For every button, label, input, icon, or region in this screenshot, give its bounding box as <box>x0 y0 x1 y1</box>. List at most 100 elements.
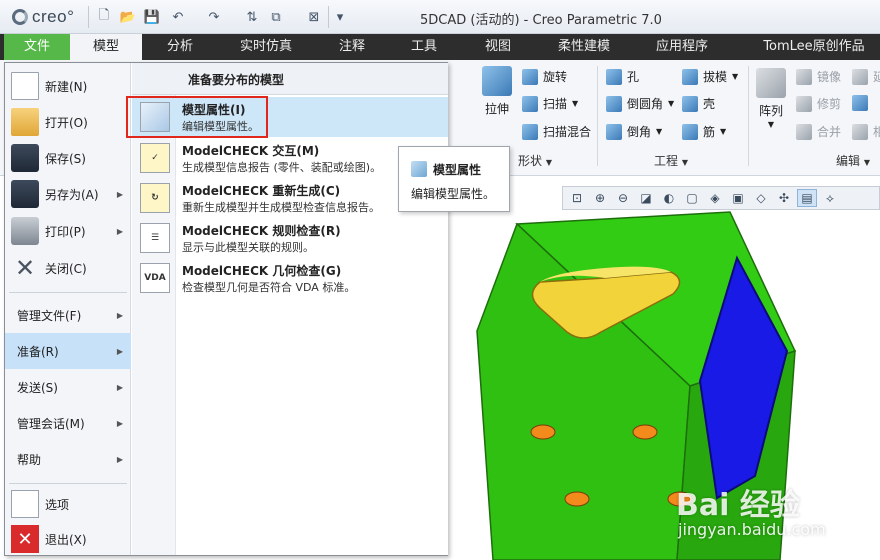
regenerate-icon[interactable]: ⇅ <box>244 9 260 25</box>
file-prepare[interactable]: 准备(R) ▶ <box>5 333 131 369</box>
modelcheck-regenerate-desc: 重新生成模型并生成模型检查信息报告。 <box>182 201 380 214</box>
chamfer-label: 倒角 <box>627 125 652 139</box>
shading-icon[interactable]: ◐ <box>659 189 679 207</box>
modelcheck-interactive-title: ModelCHECK 交互(M) <box>182 144 320 158</box>
offset-button[interactable] <box>852 95 868 111</box>
tab-simulation[interactable]: 实时仿真 <box>228 34 304 60</box>
shell-icon <box>682 95 698 112</box>
sweep-dropdown-icon[interactable]: ▼ <box>572 99 578 108</box>
file-exit[interactable]: ✕ 退出(X) <box>5 523 131 555</box>
editing-group-label[interactable]: 编辑 ▼ <box>836 152 870 169</box>
file-close[interactable]: ✕ 关闭(C) <box>5 251 131 285</box>
redo-icon[interactable]: ↷ <box>206 9 222 25</box>
file-options[interactable]: 选项 <box>5 487 131 521</box>
file-help[interactable]: 帮助 ▶ <box>5 441 131 477</box>
round-icon <box>606 95 622 112</box>
file-send[interactable]: 发送(S) ▶ <box>5 369 131 405</box>
tab-flexible[interactable]: 柔性建模 <box>544 34 624 60</box>
file-new[interactable]: 新建(N) <box>5 69 131 103</box>
tab-annotate[interactable]: 注释 <box>322 34 382 60</box>
chamfer-button[interactable]: 倒角 ▼ <box>606 123 662 140</box>
file-save-as[interactable]: 另存为(A) ▶ <box>5 177 131 211</box>
file-manage[interactable]: 管理文件(F) ▶ <box>5 297 131 333</box>
repaint-icon[interactable]: ◪ <box>636 189 656 207</box>
modelcheck-rule-check[interactable]: ☰ ModelCHECK 规则检查(R) 显示与此模型关联的规则。 <box>132 218 448 258</box>
draft-button[interactable]: 拔模 ▼ <box>682 68 738 85</box>
close-x-icon: ✕ <box>14 254 36 282</box>
tab-apps[interactable]: 应用程序 <box>642 34 722 60</box>
tab-analysis[interactable]: 分析 <box>150 34 210 60</box>
hole-icon <box>606 68 622 85</box>
close-window-icon[interactable]: ⊠ <box>306 9 322 25</box>
engineering-group-label[interactable]: 工程 ▼ <box>654 152 688 169</box>
round-label: 倒圆角 <box>627 97 664 111</box>
highlight-box <box>126 96 268 138</box>
shell-button[interactable]: 壳 <box>682 95 715 112</box>
tab-model[interactable]: 模型 <box>70 34 142 60</box>
saved-views-icon[interactable]: ◈ <box>705 189 725 207</box>
model-hole[interactable] <box>564 491 590 507</box>
trim-button[interactable]: 修剪 <box>796 95 841 112</box>
datum-display-icon[interactable]: ✣ <box>774 189 794 207</box>
file-open[interactable]: 打开(O) <box>5 105 131 139</box>
customize-icon[interactable]: ▾ <box>332 9 348 25</box>
windows-icon[interactable]: ⧉ <box>268 9 284 25</box>
modelcheck-geometry-check[interactable]: VDA ModelCHECK 几何检查(G) 检查模型几何是否符合 VDA 标准… <box>132 258 448 298</box>
window-title: 5DCAD (活动的) - Creo Parametric 7.0 <box>420 13 662 28</box>
refit-icon[interactable]: ⊡ <box>567 189 587 207</box>
tooltip-title: 模型属性 <box>433 163 482 177</box>
swept-blend-button[interactable]: 扫描混合 <box>522 123 591 140</box>
pattern-icon <box>756 68 786 98</box>
revolve-button[interactable]: 旋转 <box>522 68 567 85</box>
model-hole[interactable] <box>530 424 556 440</box>
model-hole[interactable] <box>632 424 658 440</box>
trim-icon <box>796 95 812 112</box>
undo-icon[interactable]: ↶ <box>170 9 186 25</box>
hole-label: 孔 <box>627 70 640 84</box>
spin-center-icon[interactable]: ⟡ <box>820 189 840 207</box>
pattern-button[interactable]: 阵列 ▼ <box>756 68 786 129</box>
view-toolbar: ⊡ ⊕ ⊖ ◪ ◐ ▢ ◈ ▣ ◇ ✣ ▤ ⟡ <box>562 186 880 210</box>
round-button[interactable]: 倒圆角 ▼ <box>606 95 674 112</box>
tab-tomlee[interactable]: TomLee原创作品 <box>752 34 876 60</box>
intersect-button[interactable]: 相 <box>852 123 880 140</box>
zoom-in-icon[interactable]: ⊕ <box>590 189 610 207</box>
file-manage-session-label: 管理会话(M) <box>17 416 85 431</box>
model-properties-icon <box>411 161 427 177</box>
rib-button[interactable]: 筋 ▼ <box>682 123 726 140</box>
merge-label: 合并 <box>817 125 842 139</box>
save-icon[interactable]: 💾 <box>144 9 160 25</box>
revolve-icon <box>522 68 538 85</box>
pattern-dropdown-icon[interactable]: ▼ <box>768 120 774 129</box>
chamfer-dropdown-icon[interactable]: ▼ <box>656 127 662 136</box>
mirror-button[interactable]: 镜像 <box>796 68 841 85</box>
extend-button[interactable]: 延 <box>852 68 880 85</box>
new-icon[interactable]: 🗋 <box>96 8 112 25</box>
hole-button[interactable]: 孔 <box>606 68 639 85</box>
tab-file[interactable]: 文件 <box>4 34 70 60</box>
open-icon[interactable]: 📂 <box>120 9 136 25</box>
tooltip: 模型属性 编辑模型属性。 <box>398 146 510 212</box>
annotation-display-icon[interactable]: ▤ <box>797 189 817 207</box>
view-manager-icon[interactable]: ▣ <box>728 189 748 207</box>
round-dropdown-icon[interactable]: ▼ <box>668 99 674 108</box>
tab-view[interactable]: 视图 <box>468 34 528 60</box>
sweep-button[interactable]: 扫描 ▼ <box>522 95 578 112</box>
ribbon-separator <box>748 66 749 166</box>
perspective-icon[interactable]: ◇ <box>751 189 771 207</box>
tab-tools[interactable]: 工具 <box>394 34 454 60</box>
shapes-group-label[interactable]: 形状 ▼ <box>518 152 552 169</box>
file-manage-session[interactable]: 管理会话(M) ▶ <box>5 405 131 441</box>
submenu-header: 准备要分布的模型 <box>132 63 448 95</box>
extrude-button[interactable]: 拉伸 <box>482 66 512 117</box>
merge-button[interactable]: 合并 <box>796 123 841 140</box>
shell-label: 壳 <box>703 97 716 111</box>
file-new-label: 新建(N) <box>45 79 88 94</box>
file-print[interactable]: 打印(P) ▶ <box>5 214 131 248</box>
display-style-icon[interactable]: ▢ <box>682 189 702 207</box>
submenu-arrow-icon: ▶ <box>116 346 123 356</box>
rib-dropdown-icon[interactable]: ▼ <box>720 127 726 136</box>
zoom-out-icon[interactable]: ⊖ <box>613 189 633 207</box>
file-save[interactable]: 保存(S) <box>5 141 131 175</box>
draft-dropdown-icon[interactable]: ▼ <box>732 72 738 81</box>
